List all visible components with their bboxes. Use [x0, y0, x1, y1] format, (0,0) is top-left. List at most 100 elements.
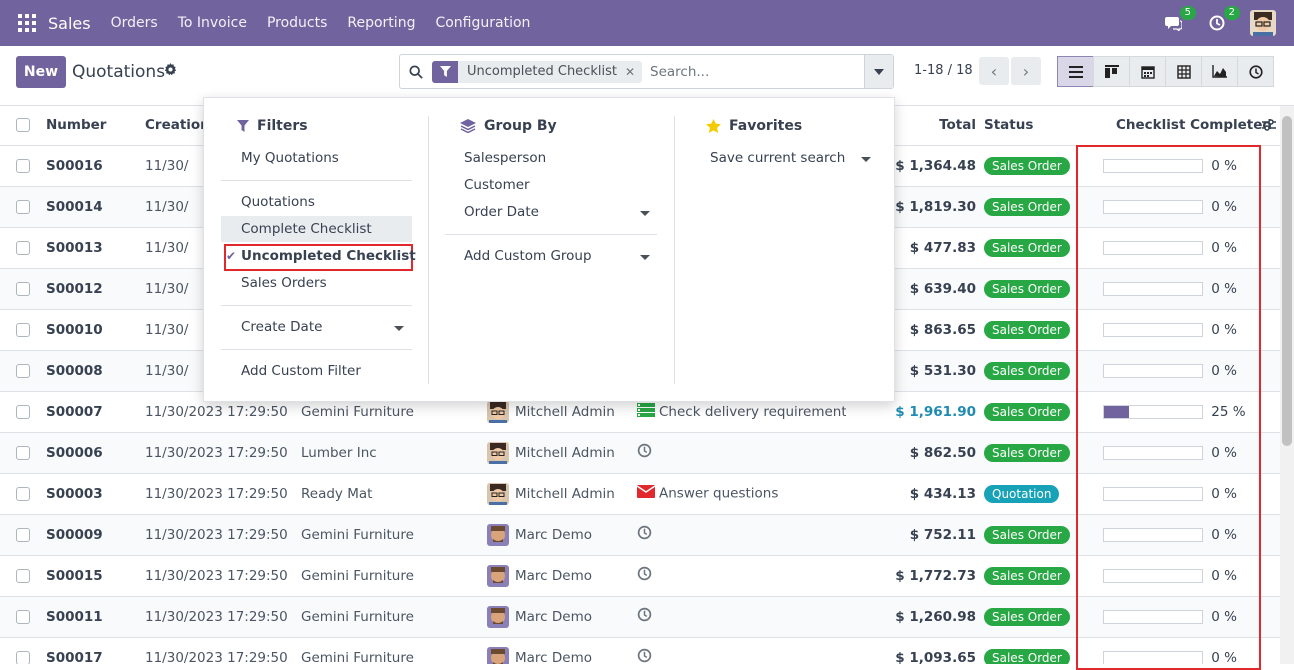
column-number[interactable]: Number — [46, 106, 145, 146]
column-checklist-label: Checklist Completed — [1116, 117, 1273, 133]
row-checkbox[interactable] — [16, 199, 30, 214]
row-checkbox-cell[interactable] — [0, 309, 46, 351]
search-bar[interactable]: Uncompleted Checklist ✕ — [399, 54, 894, 89]
row-checkbox-cell[interactable] — [0, 186, 46, 228]
email-icon[interactable] — [637, 485, 656, 502]
checklist-percent: 0 % — [1211, 444, 1238, 461]
search-facet[interactable]: Uncompleted Checklist ✕ — [432, 60, 643, 83]
pager-previous-icon[interactable]: ‹ — [979, 57, 1009, 85]
row-checkbox-cell[interactable] — [0, 145, 46, 187]
optional-columns-icon[interactable] — [1262, 118, 1276, 136]
row-checkbox-cell[interactable] — [0, 514, 46, 556]
row-checkbox-cell[interactable] — [0, 268, 46, 310]
row-checkbox-cell[interactable] — [0, 596, 46, 638]
activity-clock-icon[interactable] — [637, 443, 652, 462]
calendar-view-icon[interactable] — [1129, 56, 1166, 87]
salesperson-name: Mitchell Admin — [515, 444, 615, 461]
table-row[interactable]: S00009 11/30/2023 17:29:50 Gemini Furnit… — [0, 514, 1280, 556]
row-checkbox[interactable] — [16, 568, 30, 583]
apps-menu-icon[interactable] — [18, 14, 36, 32]
table-row[interactable]: S00006 11/30/2023 17:29:50 Lumber Inc Mi… — [0, 432, 1280, 474]
search-dropdown-toggle[interactable] — [864, 55, 893, 88]
filter-uncompleted-checklist[interactable]: Uncompleted Checklist — [241, 248, 416, 264]
filter-my-quotations[interactable]: My Quotations — [241, 150, 339, 166]
menu-reporting[interactable]: Reporting — [347, 15, 415, 31]
row-checkbox[interactable] — [16, 650, 30, 664]
row-checkbox[interactable] — [16, 527, 30, 542]
row-checkbox[interactable] — [16, 486, 30, 501]
row-checkbox-cell[interactable] — [0, 391, 46, 433]
activity-summary: Answer questions — [659, 485, 779, 502]
activity-clock-icon[interactable] — [637, 566, 652, 585]
new-button[interactable]: New — [16, 56, 66, 88]
checklist-progress-bar — [1103, 486, 1203, 501]
activity-clock-icon[interactable] — [637, 648, 652, 664]
salesperson-avatar — [487, 646, 509, 664]
menu-orders[interactable]: Orders — [111, 15, 158, 31]
scroll-thumb[interactable] — [1282, 116, 1292, 446]
add-custom-filter[interactable]: Add Custom Filter — [241, 363, 361, 379]
row-checkbox[interactable] — [16, 322, 30, 337]
select-all-checkbox-cell[interactable] — [0, 106, 46, 146]
order-date-caret-icon[interactable] — [640, 211, 650, 216]
select-all-checkbox[interactable] — [16, 118, 30, 133]
pager-next-icon[interactable]: › — [1011, 57, 1041, 85]
group-customer[interactable]: Customer — [464, 177, 530, 193]
pager-value[interactable]: 1-18 / 18 — [914, 63, 973, 78]
table-row[interactable]: S00011 11/30/2023 17:29:50 Gemini Furnit… — [0, 596, 1280, 638]
user-avatar[interactable] — [1250, 10, 1276, 36]
facet-remove-icon[interactable]: ✕ — [625, 65, 642, 79]
row-checkbox[interactable] — [16, 445, 30, 460]
status-badge: Sales Order — [984, 402, 1070, 421]
create-date-caret-icon[interactable] — [394, 326, 404, 331]
row-checkbox[interactable] — [16, 158, 30, 173]
menu-products[interactable]: Products — [267, 15, 327, 31]
row-checkbox[interactable] — [16, 281, 30, 296]
status-cell: Sales Order — [984, 350, 1088, 392]
filter-quotations[interactable]: Quotations — [241, 194, 315, 210]
row-checkbox[interactable] — [16, 363, 30, 378]
activity-clock-icon[interactable] — [637, 525, 652, 544]
filter-create-date[interactable]: Create Date — [241, 319, 322, 335]
activity-clock-icon[interactable]: 2 — [1206, 6, 1240, 34]
row-checkbox-cell[interactable] — [0, 555, 46, 597]
row-checkbox-cell[interactable] — [0, 350, 46, 392]
row-checkbox[interactable] — [16, 609, 30, 624]
save-current-search[interactable]: Save current search — [710, 150, 845, 166]
filter-sales-orders[interactable]: Sales Orders — [241, 275, 327, 291]
table-row[interactable]: S00015 11/30/2023 17:29:50 Gemini Furnit… — [0, 555, 1280, 597]
group-salesperson[interactable]: Salesperson — [464, 150, 546, 166]
custom-group-caret-icon[interactable] — [640, 255, 650, 260]
filter-complete-checklist[interactable]: Complete Checklist — [241, 221, 372, 237]
table-row[interactable]: S00017 11/30/2023 17:29:50 Gemini Furnit… — [0, 637, 1280, 664]
row-checkbox[interactable] — [16, 240, 30, 255]
table-row[interactable]: S00003 11/30/2023 17:29:50 Ready Mat Mit… — [0, 473, 1280, 515]
column-status[interactable]: Status — [984, 106, 1088, 146]
checklist-progress-bar — [1103, 281, 1203, 296]
list-view-icon[interactable] — [1057, 56, 1094, 87]
app-brand[interactable]: Sales — [48, 14, 91, 33]
checklist-percent: 0 % — [1211, 321, 1238, 338]
group-order-date[interactable]: Order Date — [464, 204, 539, 220]
menu-to-invoice[interactable]: To Invoice — [178, 15, 247, 31]
row-checkbox[interactable] — [16, 404, 30, 419]
column-checklist[interactable]: Checklist Completed — [1088, 106, 1280, 146]
list-scrollbar[interactable] — [1280, 106, 1294, 664]
graph-view-icon[interactable] — [1201, 56, 1238, 87]
row-checkbox-cell[interactable] — [0, 432, 46, 474]
chat-icon[interactable]: 5 — [1162, 6, 1196, 34]
activity-view-icon[interactable] — [1237, 56, 1274, 87]
activity-clock-icon[interactable] — [637, 607, 652, 626]
gear-icon[interactable] — [164, 63, 177, 80]
save-search-caret-icon[interactable] — [861, 157, 871, 162]
kanban-view-icon[interactable] — [1093, 56, 1130, 87]
todo-list-icon[interactable] — [637, 402, 655, 421]
pivot-view-icon[interactable] — [1165, 56, 1202, 87]
search-input[interactable] — [650, 63, 871, 80]
row-checkbox-cell[interactable] — [0, 637, 46, 664]
menu-configuration[interactable]: Configuration — [435, 15, 530, 31]
row-checkbox-cell[interactable] — [0, 473, 46, 515]
checklist-cell: 0 % — [1088, 268, 1280, 310]
add-custom-group[interactable]: Add Custom Group — [464, 248, 592, 264]
row-checkbox-cell[interactable] — [0, 227, 46, 269]
